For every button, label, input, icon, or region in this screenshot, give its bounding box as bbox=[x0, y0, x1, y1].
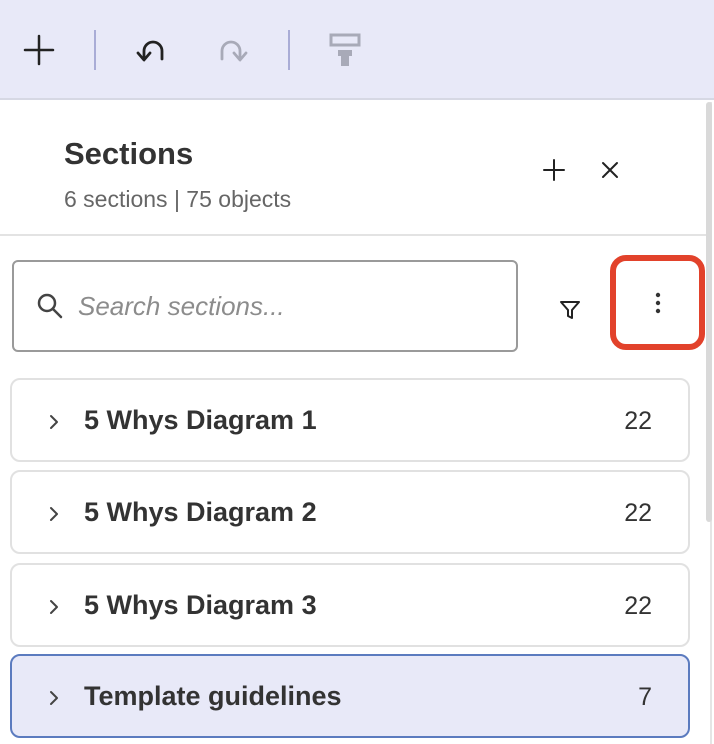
plus-icon bbox=[543, 159, 565, 181]
chevron-right-icon[interactable] bbox=[44, 410, 64, 434]
section-name: 5 Whys Diagram 2 bbox=[84, 497, 317, 527]
more-options-button[interactable] bbox=[610, 255, 705, 350]
undo-icon bbox=[136, 40, 164, 62]
section-name: Template guidelines bbox=[84, 681, 342, 711]
chevron-right-icon[interactable] bbox=[44, 502, 64, 526]
panel-header: Sections 6 sections | 75 objects bbox=[0, 102, 710, 236]
toolbar-separator bbox=[288, 30, 290, 70]
close-icon bbox=[602, 162, 618, 178]
section-name: 5 Whys Diagram 1 bbox=[84, 405, 317, 435]
search-input[interactable] bbox=[78, 284, 498, 328]
section-object-count: 22 bbox=[624, 499, 652, 527]
section-object-count: 22 bbox=[624, 407, 652, 435]
filter-button[interactable] bbox=[548, 288, 592, 332]
panel-title: Sections bbox=[64, 136, 194, 171]
chevron-right-icon[interactable] bbox=[44, 595, 64, 619]
filter-icon bbox=[560, 301, 580, 319]
plus-icon bbox=[23, 34, 55, 66]
close-panel-button[interactable] bbox=[590, 150, 630, 190]
undo-button[interactable] bbox=[128, 25, 178, 75]
section-row[interactable]: 5 Whys Diagram 1 22 bbox=[10, 378, 690, 462]
search-box bbox=[12, 260, 518, 352]
panel-scrollbar[interactable] bbox=[706, 102, 712, 522]
sections-panel: Sections 6 sections | 75 objects Search … bbox=[0, 102, 712, 744]
search-icon bbox=[37, 293, 63, 319]
section-name: 5 Whys Diagram 3 bbox=[84, 590, 317, 620]
redo-button[interactable] bbox=[206, 25, 256, 75]
more-vertical-icon bbox=[655, 292, 660, 313]
add-button[interactable] bbox=[14, 25, 64, 75]
chevron-right-icon[interactable] bbox=[44, 686, 64, 710]
top-toolbar bbox=[0, 0, 714, 100]
section-row-selected[interactable]: Template guidelines 7 bbox=[10, 654, 690, 738]
paint-roller-icon bbox=[329, 33, 361, 66]
section-row[interactable]: 5 Whys Diagram 2 22 bbox=[10, 470, 690, 554]
add-section-button[interactable] bbox=[534, 150, 574, 190]
section-row[interactable]: 5 Whys Diagram 3 22 bbox=[10, 563, 690, 647]
panel-subtitle: 6 sections | 75 objects bbox=[64, 186, 292, 212]
toolbar-separator bbox=[94, 30, 96, 70]
section-object-count: 22 bbox=[624, 592, 652, 620]
redo-icon bbox=[220, 40, 248, 62]
section-object-count: 7 bbox=[638, 683, 652, 711]
format-painter-button[interactable] bbox=[320, 25, 370, 75]
